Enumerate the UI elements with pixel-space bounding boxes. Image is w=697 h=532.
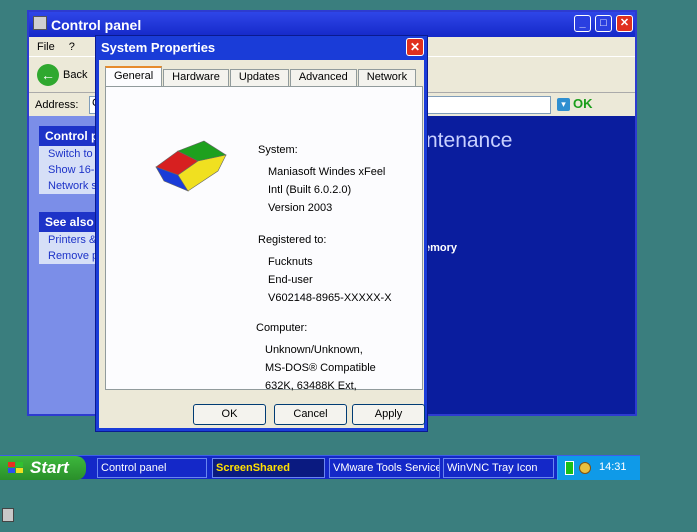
tab-strip: General Hardware Updates Advanced Networ… <box>105 66 417 86</box>
tab-network[interactable]: Network <box>357 69 417 86</box>
apply-button[interactable]: Apply <box>352 404 425 425</box>
back-arrow-icon[interactable]: ← <box>37 63 59 86</box>
category-heading: ntenance <box>426 129 513 152</box>
ok-button[interactable]: OK <box>193 404 266 425</box>
system-properties-dialog: System Properties ✕ General Hardware Upd… <box>95 35 428 432</box>
system-line: Version 2003 <box>268 202 333 214</box>
tab-general[interactable]: General <box>105 66 163 86</box>
go-button[interactable]: OK <box>573 96 593 111</box>
system-label: System: <box>258 144 298 156</box>
control-panel-titlebar[interactable]: Control panel _ □ ✕ <box>29 12 635 37</box>
registered-line: V602148-8965-XXXXX-X <box>268 292 392 304</box>
task-winvnc[interactable]: WinVNC Tray Icon <box>443 458 554 478</box>
start-label: Start <box>30 458 69 477</box>
windows-flag-logo <box>155 140 227 192</box>
tab-advanced[interactable]: Advanced <box>289 69 357 86</box>
system-line: Maniasoft Windes xFeel <box>268 166 386 178</box>
maximize-icon[interactable]: □ <box>595 15 612 32</box>
go-arrow-icon[interactable]: ▾ <box>557 98 570 111</box>
speaker-icon[interactable] <box>579 462 591 474</box>
minimize-icon[interactable]: _ <box>574 15 591 32</box>
system-line: Intl (Built 6.0.2.0) <box>268 184 352 196</box>
windows-flag-icon <box>8 462 23 473</box>
system-tray: 14:31 <box>557 456 640 480</box>
memory-link[interactable]: emory <box>424 242 457 254</box>
tab-hardware[interactable]: Hardware <box>163 69 229 86</box>
start-button[interactable]: Start <box>0 456 86 480</box>
close-icon[interactable]: ✕ <box>406 38 424 56</box>
window-app-icon[interactable] <box>33 16 47 30</box>
dialog-body: General Hardware Updates Advanced Networ… <box>99 60 425 428</box>
registered-label: Registered to: <box>258 234 327 246</box>
tab-updates[interactable]: Updates <box>229 69 289 86</box>
task-vmware-tools[interactable]: VMware Tools Service <box>329 458 440 478</box>
computer-line: Unknown/Unknown, <box>265 344 363 356</box>
task-screenshared[interactable]: ScreenShared <box>212 458 325 478</box>
registered-line: Fucknuts <box>268 256 313 268</box>
dialog-title[interactable]: System Properties <box>96 36 427 59</box>
task-control-panel[interactable]: Control panel <box>97 458 207 478</box>
menu-help[interactable]: ? <box>69 41 75 53</box>
general-tab-panel: System: Maniasoft Windes xFeel Intl (Bui… <box>105 86 423 392</box>
back-button-label[interactable]: Back <box>63 69 87 81</box>
menu-file[interactable]: File <box>37 41 55 53</box>
registered-line: End-user <box>268 274 313 286</box>
computer-label: Computer: <box>256 322 308 334</box>
clock: 14:31 <box>599 461 627 473</box>
computer-line: MS-DOS® Compatible <box>265 362 376 374</box>
address-label: Address: <box>35 99 79 111</box>
desktop-corner-icon[interactable] <box>2 508 14 522</box>
taskbar: Start Control panel ScreenShared VMware … <box>0 455 640 480</box>
battery-icon[interactable] <box>565 461 574 475</box>
computer-line: 632K, 63488K Ext, <box>265 380 357 392</box>
cancel-button[interactable]: Cancel <box>274 404 347 425</box>
close-icon[interactable]: ✕ <box>616 15 633 32</box>
control-panel-title: Control panel <box>51 16 142 33</box>
